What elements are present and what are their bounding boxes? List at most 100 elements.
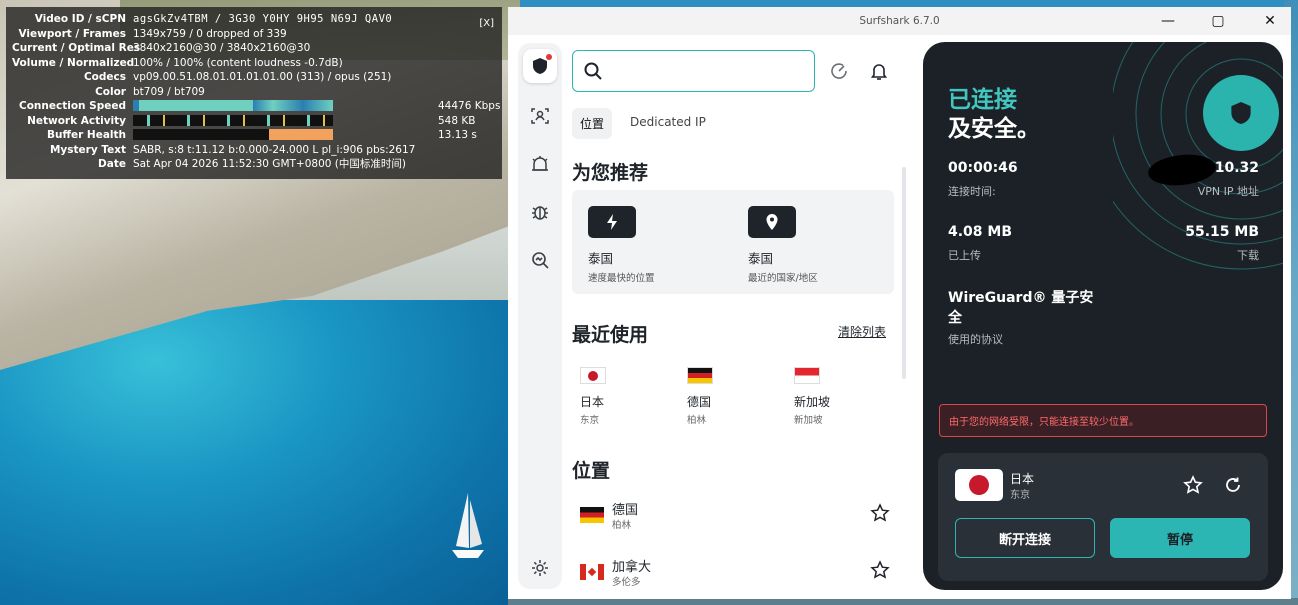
current-location-card: 日本 东京 断开连接 暂停 xyxy=(938,453,1268,581)
location-name: 加拿大 xyxy=(612,560,652,575)
stats-key: Video ID / sCPN xyxy=(34,13,126,25)
stats-row: Viewport / Frames 1349x759 / 0 dropped o… xyxy=(12,27,496,42)
stats-value: 1349x759 / 0 dropped of 339 xyxy=(133,27,287,40)
recommended-heading: 为您推荐 xyxy=(572,162,649,184)
stats-value: Sat Apr 04 2026 11:52:30 GMT+0800 (中国标准时… xyxy=(133,158,406,170)
window-title: Surfshark 6.7.0 xyxy=(859,15,940,27)
stats-row: Buffer Health 13.13 s xyxy=(12,128,496,143)
stats-key: Date xyxy=(98,158,126,170)
bug-icon xyxy=(532,206,548,220)
clear-list-link[interactable]: 清除列表 xyxy=(838,323,886,340)
stats-value: 100% / 100% (content loudness -0.7dB) xyxy=(133,56,343,69)
location-name: 德国 xyxy=(612,503,639,518)
list-scrollbar[interactable] xyxy=(902,167,906,379)
shield-icon xyxy=(533,58,547,74)
location-city: 柏林 xyxy=(612,520,632,531)
stats-row: Date Sat Apr 04 2026 11:52:30 GMT+0800 (… xyxy=(12,157,496,172)
connection-status-panel: 已连接 及安全。 00:00:46 连接时间: .10.32 VPN IP 地址… xyxy=(923,42,1283,590)
recent-item-japan[interactable]: 日本 东京 xyxy=(580,367,680,426)
stats-value: bt709 / bt709 xyxy=(133,85,205,98)
bolt-icon xyxy=(607,214,617,230)
settings-nav-button[interactable] xyxy=(529,557,551,579)
current-location-country: 日本 xyxy=(1010,472,1035,486)
stats-value: vp09.00.51.08.01.01.01.01.00 (313) / opu… xyxy=(133,71,392,83)
search-web-icon xyxy=(532,252,549,269)
left-nav-rail xyxy=(518,43,562,589)
bell-icon xyxy=(870,64,888,80)
germany-flag-icon xyxy=(687,367,713,384)
recent-item-singapore[interactable]: 新加坡 新加坡 xyxy=(794,367,894,426)
favorite-star-icon[interactable] xyxy=(870,503,890,523)
connection-time-value: 00:00:46 xyxy=(948,160,1018,176)
antivirus-nav-button[interactable] xyxy=(529,201,551,223)
stats-close-button[interactable]: [X] xyxy=(479,17,494,31)
alarm-nav-button[interactable] xyxy=(529,153,551,175)
vpn-nav-button[interactable] xyxy=(523,49,557,83)
uploaded-label: 已上传 xyxy=(948,249,981,262)
refresh-icon[interactable] xyxy=(1223,475,1243,495)
location-row-germany[interactable]: 德国 柏林 xyxy=(580,499,890,539)
downloaded-label: 下载 xyxy=(1237,249,1259,262)
stats-row: Video ID / sCPN agsGkZv4TBM / 3G30 Y0HY … xyxy=(12,12,496,27)
recommended-fastest-item[interactable]: 泰国 速度最快的位置 xyxy=(588,206,738,284)
background-bottom-strip xyxy=(508,598,1298,605)
protocol-label: 使用的协议 xyxy=(948,333,1003,346)
shield-icon xyxy=(1231,102,1251,124)
stats-key: Viewport / Frames xyxy=(18,27,126,40)
close-button[interactable]: ✕ xyxy=(1250,7,1290,35)
location-row-canada[interactable]: 加拿大 多伦多 xyxy=(580,556,890,596)
vpn-ip-value: .10.32 xyxy=(1209,160,1259,176)
favorite-star-icon[interactable] xyxy=(1183,475,1203,495)
singapore-flag-icon xyxy=(794,367,820,384)
maximize-button[interactable]: ▢ xyxy=(1198,7,1238,35)
stats-value: 3840x2160@30 / 3840x2160@30 xyxy=(133,42,311,54)
uploaded-value: 4.08 MB xyxy=(948,224,1013,240)
surfshark-window: Surfshark 6.7.0 — ▢ ✕ 位置 Dedicated IP 为您… xyxy=(508,7,1291,599)
network-activity-graph xyxy=(133,114,333,126)
stats-key: Buffer Health xyxy=(46,129,126,141)
pause-button[interactable]: 暂停 xyxy=(1110,518,1250,558)
japan-flag-icon xyxy=(955,469,1003,501)
recent-subtitle: 东京 xyxy=(580,415,600,426)
recent-heading: 最近使用 xyxy=(572,324,649,346)
stats-value: SABR, s:8 t:11.12 b:0.000-24.000 L pl_i:… xyxy=(133,143,416,156)
recommended-card: 泰国 速度最快的位置 泰国 最近的国家/地区 xyxy=(572,190,894,294)
recent-subtitle: 新加坡 xyxy=(794,415,823,426)
stats-row: Color bt709 / bt709 xyxy=(12,85,496,100)
recommended-subtitle: 速度最快的位置 xyxy=(588,273,655,284)
search-nav-button[interactable] xyxy=(529,249,551,271)
stats-right-value: 548 KB xyxy=(438,114,476,127)
tab-dedicated-ip[interactable]: Dedicated IP xyxy=(622,108,714,139)
favorite-star-icon[interactable] xyxy=(870,560,890,580)
stats-key: Mystery Text xyxy=(49,143,126,156)
location-pin-icon xyxy=(766,214,778,230)
stats-key: Current / Optimal Res xyxy=(12,42,141,54)
notification-dot xyxy=(546,54,552,60)
alert-nav-button[interactable] xyxy=(529,105,551,127)
notifications-button[interactable] xyxy=(868,60,890,82)
speed-test-button[interactable] xyxy=(828,60,850,82)
person-scan-icon xyxy=(531,108,549,124)
recent-item-germany[interactable]: 德国 柏林 xyxy=(687,367,787,426)
connection-time-label: 连接时间: xyxy=(948,185,996,198)
canada-flag-icon xyxy=(580,564,604,580)
disconnect-button[interactable]: 断开连接 xyxy=(955,518,1095,558)
japan-flag-icon xyxy=(580,367,606,384)
recent-title: 新加坡 xyxy=(794,395,831,409)
stats-right-value: 13.13 s xyxy=(438,129,477,141)
sailboat-image xyxy=(452,493,484,558)
stats-key: Volume / Normalized xyxy=(12,56,135,69)
recommended-nearest-item[interactable]: 泰国 最近的国家/地区 xyxy=(748,206,898,284)
minimize-button[interactable]: — xyxy=(1148,7,1188,35)
location-search-input[interactable] xyxy=(572,50,815,92)
stats-value: agsGkZv4TBM / 3G30 Y0HY 9H95 N69J QAV0 xyxy=(133,13,393,25)
stats-right-value: 44476 Kbps xyxy=(438,100,501,112)
stats-row: Current / Optimal Res 3840x2160@30 / 384… xyxy=(12,41,496,56)
locations-heading: 位置 xyxy=(572,460,611,482)
recommended-subtitle: 最近的国家/地区 xyxy=(748,273,818,284)
bolt-badge xyxy=(588,206,636,238)
recommended-title: 泰国 xyxy=(748,251,774,266)
tab-locations[interactable]: 位置 xyxy=(572,108,613,139)
speedometer-icon xyxy=(831,63,847,79)
recent-subtitle: 柏林 xyxy=(687,415,707,426)
